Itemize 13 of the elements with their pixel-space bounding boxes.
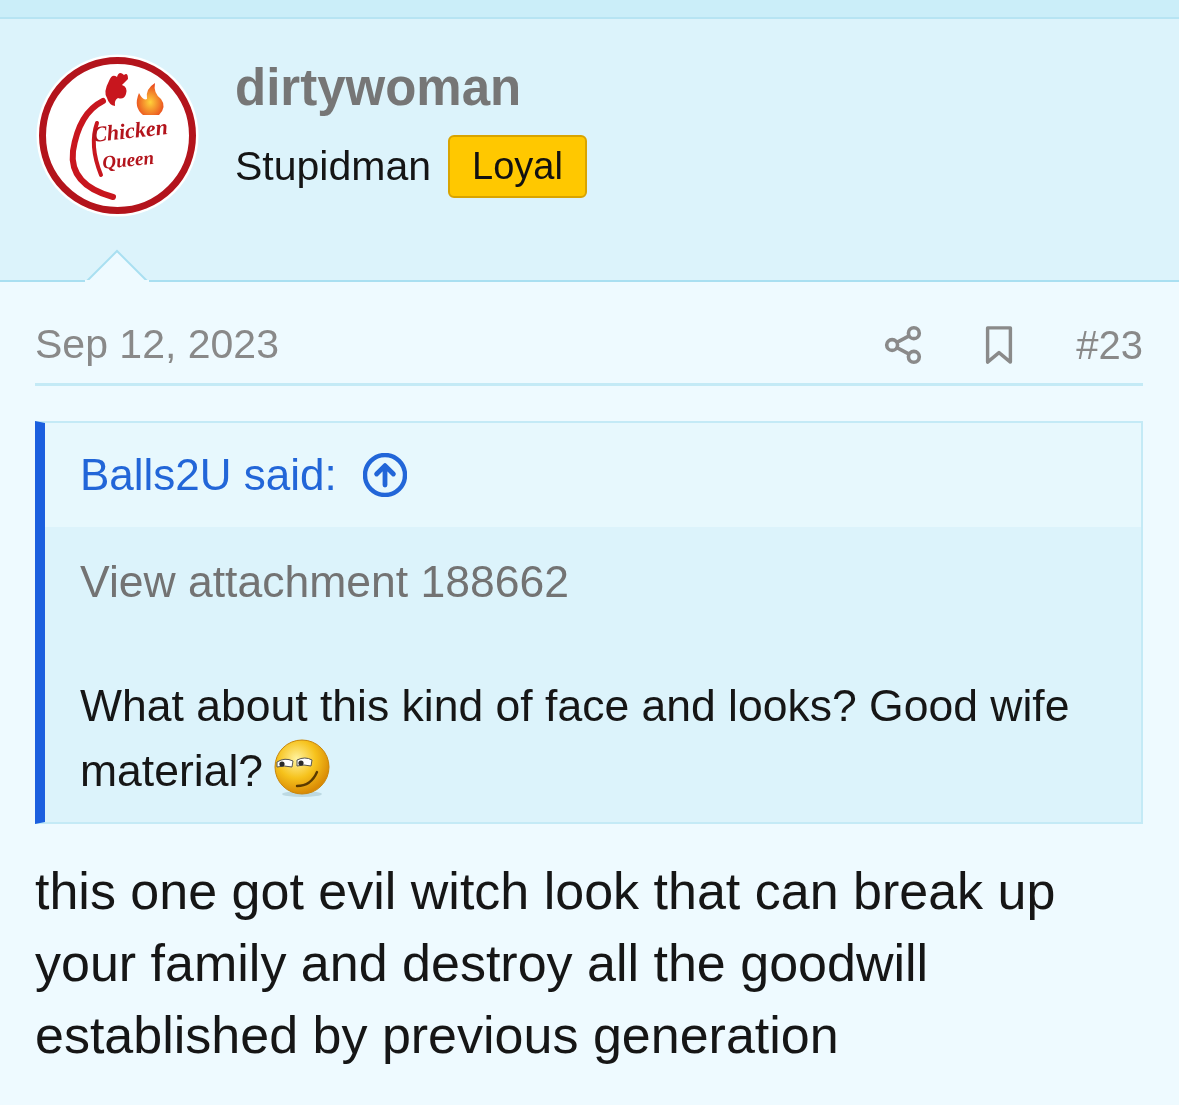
logo-text: Chicken [90, 114, 169, 147]
username-link[interactable]: dirtywoman [235, 59, 522, 118]
quote-author-link[interactable]: Balls2U said: [80, 448, 337, 502]
user-badge: Loyal [448, 134, 587, 199]
post-date-link[interactable]: Sep 12, 2023 [35, 320, 279, 370]
user-title: Stupidman [235, 142, 431, 191]
logo-text: Queen [101, 146, 155, 173]
attachment-link[interactable]: View attachment 188662 [80, 557, 570, 607]
post-number-link[interactable]: #23 [1076, 320, 1143, 369]
avatar-logo-drawing[interactable] [36, 54, 199, 217]
share-icon[interactable] [884, 325, 923, 364]
quote-text: What about this kind of face and looks? Good wife material? [80, 681, 1070, 796]
post-message: this one got evil witch look that can break up your family and destroy all the goodwill established by previous generation [35, 861, 1057, 1067]
